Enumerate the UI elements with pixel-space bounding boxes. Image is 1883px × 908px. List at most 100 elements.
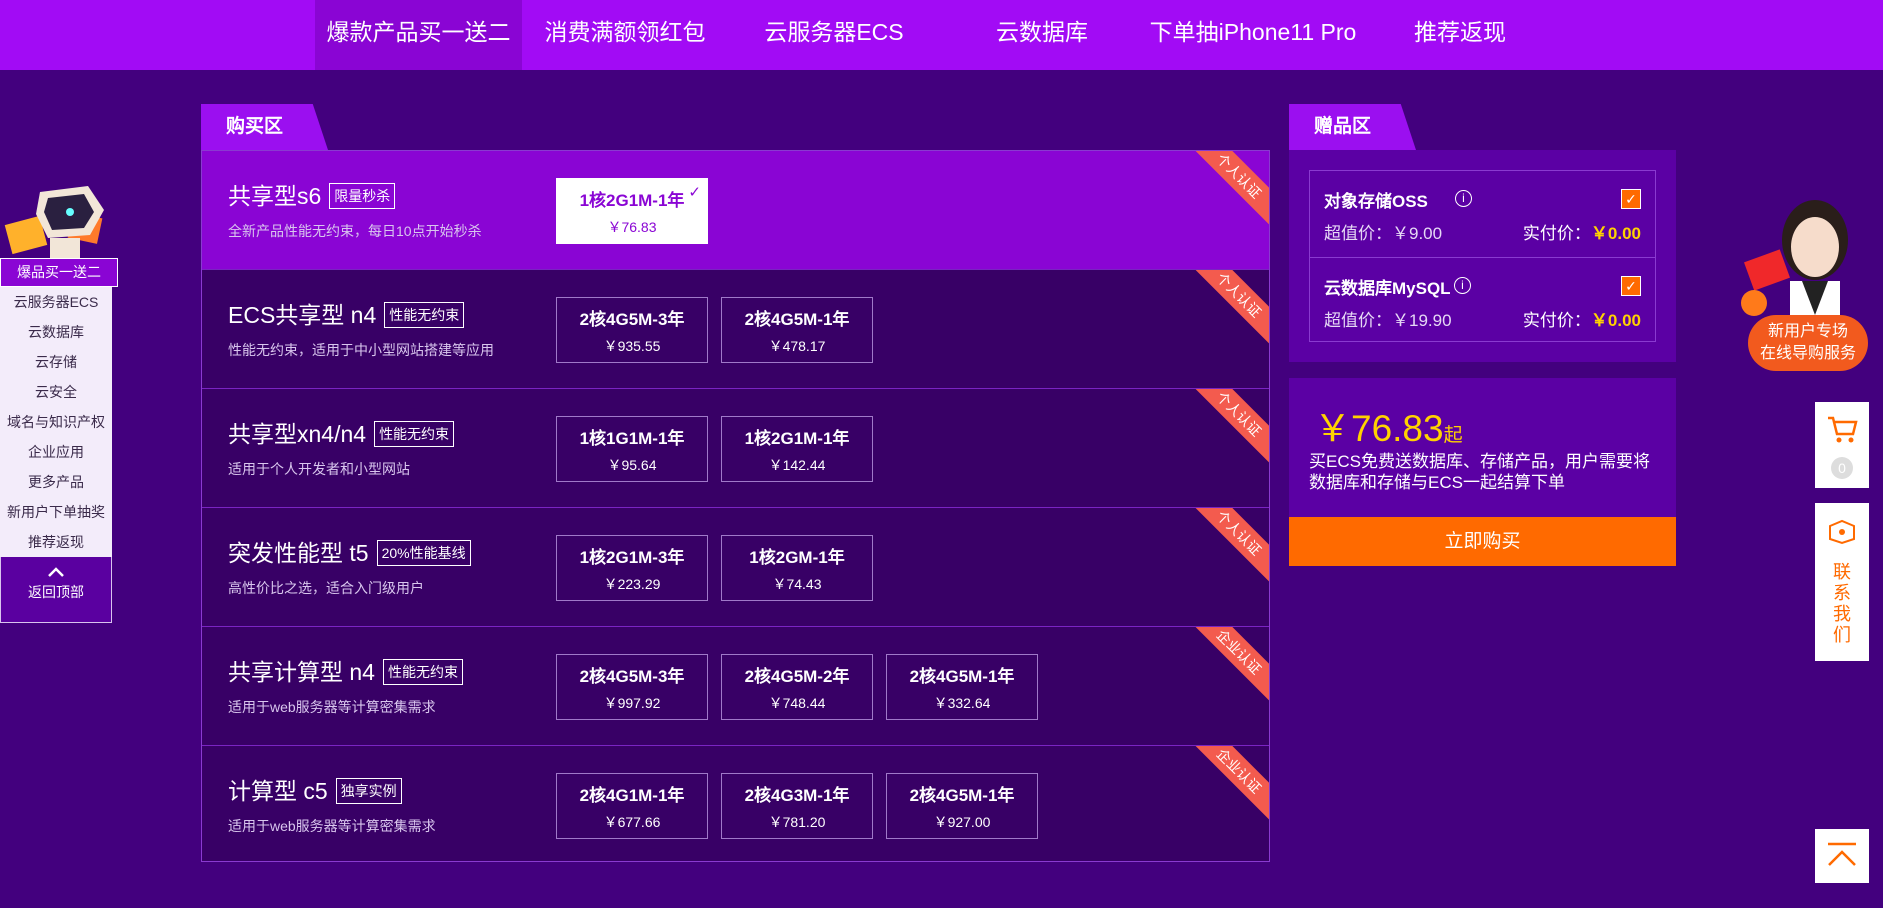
sidebar-item-storage[interactable]: 云存储 bbox=[0, 347, 112, 377]
product-title: 共享型s6 限量秒杀 bbox=[228, 177, 396, 211]
gift-real-value: ￥0.00 bbox=[1590, 311, 1641, 330]
tab-hot-products[interactable]: 爆款产品买一送二 bbox=[315, 0, 522, 70]
spec-price: ￥927.00 bbox=[933, 814, 991, 830]
sidebar-item-ecs[interactable]: 云服务器ECS bbox=[0, 287, 112, 317]
ribbon: 个人认证 bbox=[1185, 270, 1269, 354]
spec-price: ￥76.83 bbox=[607, 219, 657, 235]
new-user-bubble[interactable]: 新用户专场 在线导购服务 bbox=[1748, 315, 1868, 371]
tab-iphone-lottery[interactable]: 下单抽iPhone11 Pro bbox=[1140, 0, 1366, 70]
total-price: ￥76.83起 bbox=[1314, 398, 1463, 452]
spec-price: ￥142.44 bbox=[768, 457, 826, 473]
spec-price: ￥781.20 bbox=[768, 814, 826, 830]
gift-panel: 对象存储OSS i ✓ 超值价：￥9.00 实付价：￥0.00 云数据库MySQ… bbox=[1289, 150, 1676, 362]
spec-option[interactable]: 2核4G5M-1年 ￥332.64 bbox=[886, 654, 1038, 720]
spec-option[interactable]: 1核2GM-1年 ￥74.43 bbox=[721, 535, 873, 601]
guide-avatar[interactable]: 新用户专场 在线导购服务 bbox=[1740, 195, 1870, 385]
gift-real-label: 实付价： bbox=[1522, 224, 1591, 243]
ribbon-label: 个人认证 bbox=[1185, 270, 1269, 354]
gift-real-label: 实付价： bbox=[1522, 311, 1591, 330]
scroll-top-button[interactable] bbox=[1815, 829, 1869, 883]
product-desc: 全新产品性能无约束，每日10点开始秒杀 bbox=[228, 223, 482, 239]
ribbon-label: 企业认证 bbox=[1185, 746, 1269, 830]
robot-mascot-illustration bbox=[4, 186, 104, 258]
buy-section-tab: 购买区 bbox=[201, 104, 328, 150]
gift-checkbox[interactable]: ✓ bbox=[1621, 189, 1641, 209]
sidebar-item-domain[interactable]: 域名与知识产权 bbox=[0, 407, 112, 437]
spec-label: 2核4G5M-3年 bbox=[579, 310, 685, 329]
tab-database[interactable]: 云数据库 bbox=[982, 0, 1102, 70]
spec-option[interactable]: 1核2G1M-1年 ￥76.83 ✓ bbox=[556, 178, 708, 244]
spec-label: 2核4G5M-3年 bbox=[579, 667, 685, 686]
back-to-top-button[interactable]: 返回顶部 bbox=[0, 557, 112, 623]
spec-price: ￥95.64 bbox=[607, 457, 657, 473]
spec-option[interactable]: 2核4G5M-3年 ￥935.55 bbox=[556, 297, 708, 363]
gift-item: 对象存储OSS i ✓ 超值价：￥9.00 实付价：￥0.00 bbox=[1310, 171, 1655, 257]
tab-referral[interactable]: 推荐返现 bbox=[1400, 0, 1520, 70]
ribbon: 个人认证 bbox=[1185, 151, 1269, 235]
spec-label: 1核2G1M-1年 bbox=[579, 191, 685, 210]
buy-now-button[interactable]: 立即购买 bbox=[1289, 517, 1676, 566]
sidebar-item-lottery[interactable]: 新用户下单抽奖 bbox=[0, 497, 112, 527]
left-sidebar: 爆品买一送二 云服务器ECS 云数据库 云存储 云安全 域名与知识产权 企业应用… bbox=[0, 258, 118, 623]
spec-option[interactable]: 2核4G5M-1年 ￥927.00 bbox=[886, 773, 1038, 839]
spec-option[interactable]: 2核4G5M-2年 ￥748.44 bbox=[721, 654, 873, 720]
spec-option[interactable]: 2核4G1M-1年 ￥677.66 bbox=[556, 773, 708, 839]
product-name: 突发性能型 t5 bbox=[228, 540, 369, 566]
product-badge: 独享实例 bbox=[335, 778, 402, 804]
contact-us-button[interactable]: 联系我们 bbox=[1815, 503, 1869, 661]
product-desc: 高性价比之选，适合入门级用户 bbox=[228, 580, 424, 596]
ribbon-label: 个人认证 bbox=[1185, 389, 1269, 473]
ribbon: 个人认证 bbox=[1185, 508, 1269, 592]
spec-option[interactable]: 2核4G5M-3年 ￥997.92 bbox=[556, 654, 708, 720]
buy-panel: 共享型s6 限量秒杀 全新产品性能无约束，每日10点开始秒杀 1核2G1M-1年 … bbox=[201, 150, 1270, 862]
gift-name: 对象存储OSS bbox=[1324, 192, 1428, 211]
spec-price: ￥748.44 bbox=[768, 695, 826, 711]
info-icon[interactable]: i bbox=[1455, 190, 1472, 207]
spec-option[interactable]: 2核4G5M-1年 ￥478.17 bbox=[721, 297, 873, 363]
sidebar-item-more[interactable]: 更多产品 bbox=[0, 467, 112, 497]
spec-label: 2核4G1M-1年 bbox=[579, 786, 685, 805]
cart-icon bbox=[1828, 416, 1858, 443]
spec-option[interactable]: 2核4G3M-1年 ￥781.20 bbox=[721, 773, 873, 839]
cart-count: 0 bbox=[1831, 457, 1853, 479]
top-nav: 爆款产品买一送二 消费满额领红包 云服务器ECS 云数据库 下单抽iPhone1… bbox=[0, 0, 1883, 70]
ribbon-label: 企业认证 bbox=[1185, 627, 1269, 711]
cart-button[interactable]: 0 bbox=[1815, 402, 1869, 488]
spec-option[interactable]: 1核2G1M-1年 ￥142.44 bbox=[721, 416, 873, 482]
sidebar-item-referral[interactable]: 推荐返现 bbox=[0, 527, 112, 557]
spec-price: ￥935.55 bbox=[603, 338, 661, 354]
sidebar-item-hot[interactable]: 爆品买一送二 bbox=[0, 258, 118, 287]
sidebar-item-database[interactable]: 云数据库 bbox=[0, 317, 112, 347]
product-badge: 性能无约束 bbox=[382, 659, 463, 685]
product-row: 共享计算型 n4 性能无约束 适用于web服务器等计算密集需求 2核4G5M-3年… bbox=[202, 627, 1269, 746]
sidebar-item-security[interactable]: 云安全 bbox=[0, 377, 112, 407]
check-icon: ✓ bbox=[688, 184, 701, 201]
spec-option[interactable]: 1核2G1M-3年 ￥223.29 bbox=[556, 535, 708, 601]
product-title: 计算型 c5 独享实例 bbox=[228, 772, 402, 806]
ribbon-label: 个人认证 bbox=[1185, 508, 1269, 592]
product-row: 计算型 c5 独享实例 适用于web服务器等计算密集需求 2核4G1M-1年 ￥6… bbox=[202, 746, 1269, 865]
product-row: ECS共享型 n4 性能无约束 性能无约束，适用于中小型网站搭建等应用 2核4G5… bbox=[202, 270, 1269, 389]
product-desc: 性能无约束，适用于中小型网站搭建等应用 bbox=[228, 342, 494, 358]
ribbon: 企业认证 bbox=[1185, 746, 1269, 830]
product-desc: 适用于web服务器等计算密集需求 bbox=[228, 818, 436, 834]
gift-real-value: ￥0.00 bbox=[1590, 224, 1641, 243]
tab-ecs[interactable]: 云服务器ECS bbox=[750, 0, 918, 70]
spec-option[interactable]: 1核1G1M-1年 ￥95.64 bbox=[556, 416, 708, 482]
gift-checkbox[interactable]: ✓ bbox=[1621, 276, 1641, 296]
spec-price: ￥74.43 bbox=[772, 576, 822, 592]
gift-value: 超值价：￥9.00 bbox=[1324, 224, 1443, 243]
product-row: 共享型s6 限量秒杀 全新产品性能无约束，每日10点开始秒杀 1核2G1M-1年 … bbox=[202, 151, 1269, 270]
info-icon[interactable]: i bbox=[1454, 277, 1471, 294]
gift-section-tab: 赠品区 bbox=[1289, 104, 1416, 150]
contact-icon bbox=[1829, 519, 1855, 545]
product-desc: 适用于web服务器等计算密集需求 bbox=[228, 699, 436, 715]
tab-red-packet[interactable]: 消费满额领红包 bbox=[535, 0, 715, 70]
product-name: 共享型s6 bbox=[228, 183, 322, 209]
contact-us-label: 联系我们 bbox=[1833, 562, 1851, 645]
gift-list: 对象存储OSS i ✓ 超值价：￥9.00 实付价：￥0.00 云数据库MySQ… bbox=[1309, 170, 1656, 342]
sidebar-item-enterprise[interactable]: 企业应用 bbox=[0, 437, 112, 467]
product-badge: 性能无约束 bbox=[384, 302, 465, 328]
gift-value: 超值价：￥19.90 bbox=[1324, 311, 1452, 330]
spec-price: ￥677.66 bbox=[603, 814, 661, 830]
